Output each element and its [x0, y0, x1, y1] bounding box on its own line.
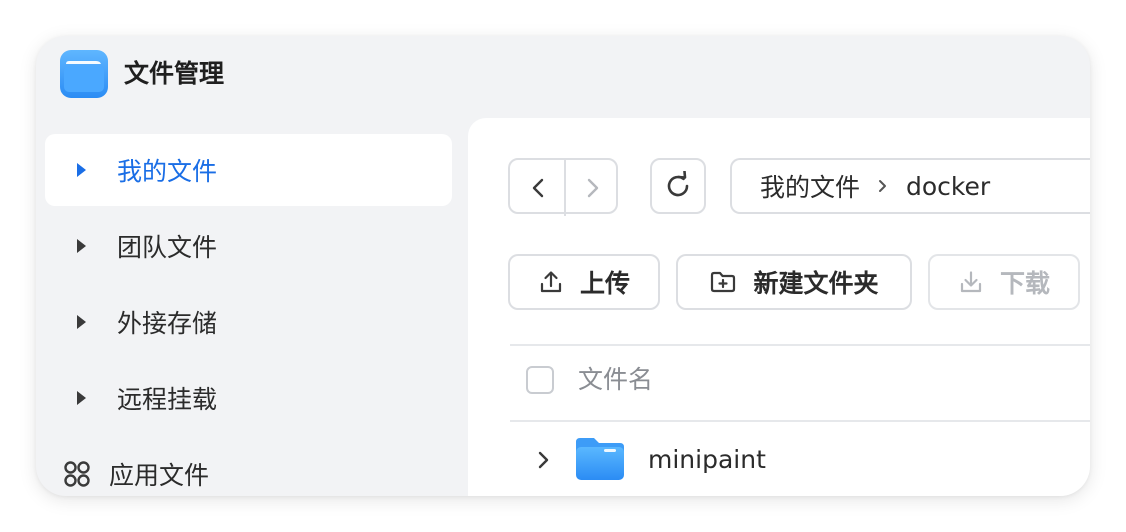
new-folder-button[interactable]: 新建文件夹	[676, 254, 912, 310]
triangle-right-icon	[73, 238, 89, 254]
breadcrumb-separator-icon	[878, 178, 888, 194]
upload-icon	[538, 269, 564, 295]
forward-button[interactable]	[565, 160, 620, 216]
triangle-right-icon	[73, 390, 89, 406]
sidebar-item-label: 团队文件	[117, 233, 218, 262]
column-header-filename[interactable]: 文件名	[578, 362, 653, 398]
refresh-icon	[667, 171, 689, 197]
grid-icon	[64, 461, 90, 487]
sidebar-item-label: 外接存储	[117, 309, 218, 338]
refresh-button[interactable]	[650, 158, 706, 214]
file-panel: 我的文件 docker 上传 新建文件夹 下载 文件名 minipaint	[468, 118, 1090, 496]
back-button[interactable]	[510, 160, 565, 216]
triangle-right-icon	[73, 314, 89, 330]
sidebar-item-team-files[interactable]: 团队文件	[45, 210, 452, 282]
sidebar-item-remote-mount[interactable]: 远程挂载	[45, 362, 452, 434]
file-row-name[interactable]: minipaint	[648, 442, 766, 478]
sidebar-item-label: 应用文件	[109, 461, 210, 490]
nav-button-group	[508, 158, 620, 216]
download-button[interactable]: 下载	[928, 254, 1080, 310]
list-header-top-divider	[510, 344, 1090, 346]
breadcrumb-item-my-files[interactable]: 我的文件	[760, 168, 860, 204]
sidebar: 我的文件 团队文件 外接存储 远程挂载 应用文件	[36, 36, 468, 496]
triangle-right-icon	[73, 162, 89, 178]
file-manager-window: 文件管理 我的文件 团队文件 外接存储 远程挂载 应用文件 我的文件 docke…	[36, 36, 1090, 496]
download-icon	[958, 269, 984, 295]
folder-plus-icon	[709, 270, 737, 294]
chevron-right-icon	[587, 178, 598, 198]
breadcrumb: 我的文件 docker	[730, 158, 1090, 214]
list-header-bottom-divider	[510, 420, 1090, 422]
upload-button[interactable]: 上传	[508, 254, 660, 310]
folder-icon	[576, 438, 624, 480]
sidebar-item-label: 我的文件	[117, 157, 218, 186]
sidebar-item-my-files[interactable]: 我的文件	[45, 134, 452, 206]
sidebar-item-label: 远程挂载	[117, 385, 218, 414]
sidebar-item-app-files[interactable]: 应用文件	[45, 438, 452, 496]
breadcrumb-item-docker[interactable]: docker	[906, 172, 990, 201]
chevron-left-icon	[532, 178, 543, 198]
sidebar-item-external-storage[interactable]: 外接存储	[45, 286, 452, 358]
select-all-checkbox[interactable]	[526, 366, 554, 394]
expand-chevron-icon[interactable]	[536, 448, 552, 472]
